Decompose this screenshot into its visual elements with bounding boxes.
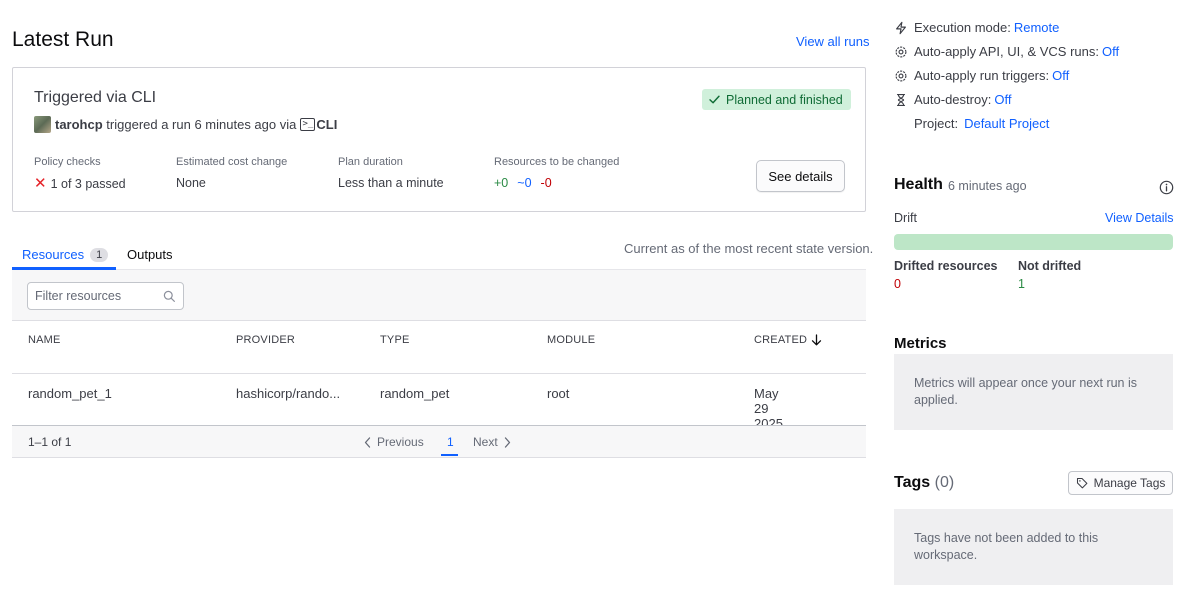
resources-change-count: ~0 <box>517 176 532 190</box>
pagination-info: 1–1 of 1 <box>28 435 72 449</box>
policy-checks-text: 1 of 3 passed <box>50 176 126 191</box>
health-title: Health <box>894 176 943 193</box>
plan-duration-value: Less than a minute <box>338 176 444 190</box>
tab-outputs[interactable]: Outputs <box>127 247 173 262</box>
tag-icon <box>1076 477 1087 489</box>
auto-apply-triggers-row: Auto-apply run triggers: Off <box>894 68 1069 83</box>
policy-checks-value: ✕ 1 of 3 passed <box>34 176 126 191</box>
manage-tags-label: Manage Tags <box>1093 476 1166 490</box>
not-drifted-value: 1 <box>1018 277 1025 291</box>
terminal-icon: >_ <box>300 118 316 131</box>
resources-changed-label: Resources to be changed <box>494 156 620 168</box>
previous-label: Previous <box>377 435 424 449</box>
metrics-title: Metrics <box>894 335 947 352</box>
close-icon: ✕ <box>34 175 47 192</box>
tab-resources-label: Resources <box>22 247 85 262</box>
previous-page-button[interactable]: Previous <box>364 435 424 449</box>
run-meta: tarohcp triggered a run 6 minutes ago vi… <box>34 116 337 133</box>
next-page-button[interactable]: Next <box>473 435 511 449</box>
drift-label: Drift <box>894 211 917 225</box>
current-as-of-text: Current as of the most recent state vers… <box>624 241 874 256</box>
auto-destroy-link[interactable]: Off <box>994 92 1011 107</box>
status-badge-label: Planned and finished <box>726 92 843 107</box>
next-label: Next <box>473 435 498 449</box>
tags-title: Tags (0) <box>894 474 954 492</box>
cost-change-value: None <box>176 176 206 190</box>
info-icon[interactable] <box>1159 180 1174 195</box>
view-details-link[interactable]: View Details <box>1105 211 1174 225</box>
auto-apply-triggers-label: Auto-apply run triggers: <box>914 68 1050 83</box>
project-row: Project: Default Project <box>914 116 1049 131</box>
search-icon <box>163 290 175 302</box>
status-badge: Planned and finished <box>702 89 851 110</box>
project-label: Project: <box>914 116 959 131</box>
auto-apply-link[interactable]: Off <box>1102 44 1119 59</box>
latest-run-card: Triggered via CLI Planned and finished t… <box>12 67 866 212</box>
tags-title-label: Tags <box>894 474 931 491</box>
resources-destroy-count: -0 <box>540 176 552 190</box>
cell-module: root <box>547 386 570 401</box>
run-action-text: triggered a run 6 minutes ago via <box>106 117 297 132</box>
pagination: 1–1 of 1 Previous 1 Next <box>12 426 866 458</box>
column-header-module: MODULE <box>547 334 596 346</box>
drift-bar <box>894 234 1173 250</box>
tab-resources-count: 1 <box>90 247 109 262</box>
drifted-resources-label: Drifted resources <box>894 259 998 273</box>
column-header-created-label: CREATED <box>754 334 808 346</box>
run-user: tarohcp <box>55 117 103 132</box>
resources-changed-value: +0 ~0 -0 <box>494 176 552 190</box>
execution-mode-row: Execution mode: Remote <box>894 20 1059 35</box>
manage-tags-button[interactable]: Manage Tags <box>1068 471 1173 495</box>
execution-mode-link[interactable]: Remote <box>1014 20 1060 35</box>
auto-apply-label: Auto-apply API, UI, & VCS runs: <box>914 44 1099 59</box>
resources-add-count: +0 <box>494 176 509 190</box>
tags-empty-state: Tags have not been added to this workspa… <box>894 509 1173 585</box>
page-number-button[interactable]: 1 <box>447 435 454 449</box>
page-title: Latest Run <box>12 28 114 51</box>
auto-apply-triggers-link[interactable]: Off <box>1052 68 1069 83</box>
run-via: CLI <box>316 117 338 132</box>
tab-resources[interactable]: Resources 1 <box>22 247 109 262</box>
auto-apply-row: Auto-apply API, UI, & VCS runs: Off <box>894 44 1119 59</box>
filter-bar: Filter resources <box>12 270 866 321</box>
see-details-button[interactable]: See details <box>756 160 845 192</box>
cost-change-label: Estimated cost change <box>176 156 288 168</box>
drifted-resources-value: 0 <box>894 277 901 291</box>
auto-destroy-row: Auto-destroy: Off <box>894 92 1011 107</box>
current-page-indicator <box>441 454 458 456</box>
cell-type: random_pet <box>380 386 450 401</box>
column-header-type: TYPE <box>380 334 410 346</box>
project-link[interactable]: Default Project <box>964 116 1049 131</box>
chevron-right-icon <box>504 436 510 448</box>
filter-placeholder: Filter resources <box>35 289 122 303</box>
tab-outputs-label: Outputs <box>127 247 173 262</box>
avatar <box>34 116 51 133</box>
cell-name: random_pet_1 <box>28 386 112 401</box>
run-trigger-title: Triggered via CLI <box>34 89 157 106</box>
view-all-runs-link[interactable]: View all runs <box>796 34 869 49</box>
metrics-empty-state: Metrics will appear once your next run i… <box>894 354 1173 430</box>
check-icon <box>709 95 720 104</box>
lightning-icon <box>896 21 906 34</box>
column-header-created[interactable]: CREATED <box>754 334 822 346</box>
execution-mode-label: Execution mode: <box>914 20 1011 35</box>
gear-icon <box>895 70 907 81</box>
not-drifted-label: Not drifted <box>1018 259 1082 273</box>
health-time: 6 minutes ago <box>948 179 1027 193</box>
chevron-left-icon <box>364 436 371 448</box>
header-divider <box>12 373 866 374</box>
plan-duration-label: Plan duration <box>338 156 403 168</box>
column-header-provider: PROVIDER <box>236 334 296 346</box>
gear-icon <box>895 46 907 57</box>
filter-resources-input[interactable]: Filter resources <box>27 282 184 310</box>
cell-provider: hashicorp/rando... <box>236 386 341 401</box>
tags-count: (0) <box>934 474 955 491</box>
policy-checks-label: Policy checks <box>34 156 101 168</box>
auto-destroy-label: Auto-destroy: <box>914 92 992 107</box>
column-header-name: NAME <box>28 334 61 346</box>
hourglass-icon <box>896 93 906 106</box>
arrow-down-icon <box>812 334 822 346</box>
